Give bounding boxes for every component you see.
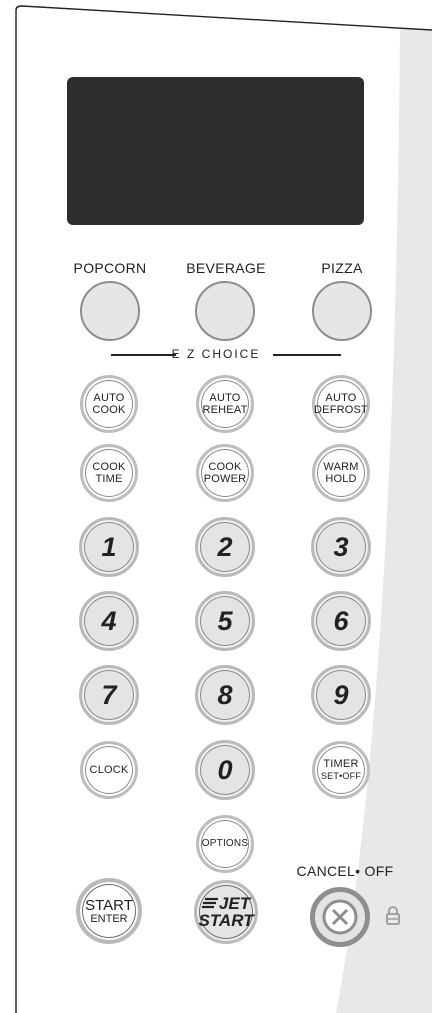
- auto-reheat-label-1: AUTO: [209, 392, 241, 404]
- digit-4-button[interactable]: 4: [79, 591, 139, 651]
- digit-9-button[interactable]: 9: [311, 665, 371, 725]
- cook-power-button[interactable]: COOK POWER: [196, 444, 254, 502]
- warm-hold-label-1: WARM: [323, 461, 359, 473]
- digit-6-button[interactable]: 6: [311, 591, 371, 651]
- clock-button[interactable]: CLOCK: [80, 741, 138, 799]
- auto-cook-label-2: COOK: [92, 404, 126, 416]
- jet-start-button[interactable]: JET START: [194, 880, 258, 944]
- beverage-label: BEVERAGE: [186, 260, 266, 276]
- cancel-off-button[interactable]: [310, 887, 370, 947]
- digit-3-button[interactable]: 3: [311, 517, 371, 577]
- beverage-button[interactable]: [195, 281, 255, 341]
- timer-label-1: TIMER: [323, 758, 359, 770]
- auto-defrost-button[interactable]: AUTO DEFROST: [312, 375, 370, 433]
- lock-icon: [386, 906, 400, 925]
- auto-defrost-label-1: AUTO: [325, 392, 357, 404]
- ez-choice-line-left: [111, 354, 176, 356]
- digit-0-label: 0: [217, 754, 233, 785]
- close-circle-icon: [322, 899, 358, 935]
- digit-6-label: 6: [333, 605, 349, 636]
- cook-power-label-1: COOK: [208, 461, 242, 473]
- warm-hold-button[interactable]: WARM HOLD: [312, 444, 370, 502]
- jet-start-label: START: [198, 910, 254, 930]
- popcorn-button[interactable]: [80, 281, 140, 341]
- options-label: OPTIONS: [201, 838, 249, 849]
- enter-label: ENTER: [90, 912, 128, 925]
- options-button[interactable]: OPTIONS: [196, 815, 254, 873]
- digit-2-label: 2: [217, 531, 233, 562]
- digit-8-label: 8: [217, 679, 233, 710]
- jet-lines-icon: [201, 897, 218, 909]
- display-screen: [67, 77, 364, 225]
- digit-4-label: 4: [101, 605, 117, 636]
- auto-cook-label-1: AUTO: [93, 392, 125, 404]
- popcorn-label: POPCORN: [73, 260, 147, 276]
- digit-0-button[interactable]: 0: [195, 740, 255, 800]
- start-enter-button[interactable]: START ENTER: [76, 878, 142, 944]
- digit-7-label: 7: [101, 679, 117, 710]
- digit-1-label: 1: [101, 531, 117, 562]
- digit-2-button[interactable]: 2: [195, 517, 255, 577]
- cook-time-button[interactable]: COOK TIME: [80, 444, 138, 502]
- warm-hold-label-2: HOLD: [325, 473, 357, 485]
- timer-label-2: SET•OFF: [320, 771, 362, 781]
- digit-7-button[interactable]: 7: [79, 665, 139, 725]
- auto-cook-button[interactable]: AUTO COOK: [80, 375, 138, 433]
- auto-reheat-label-2: REHEAT: [202, 404, 248, 416]
- digit-9-label: 9: [333, 679, 349, 710]
- cook-time-label-2: TIME: [95, 473, 123, 485]
- digit-3-label: 3: [333, 531, 349, 562]
- clock-label: CLOCK: [89, 764, 129, 776]
- jet-label: JET: [218, 893, 251, 913]
- auto-reheat-button[interactable]: AUTO REHEAT: [196, 375, 254, 433]
- timer-button[interactable]: TIMER SET•OFF: [312, 741, 370, 799]
- cook-time-label-1: COOK: [92, 461, 126, 473]
- ez-choice-label: E Z CHOICE: [171, 347, 261, 361]
- digit-5-label: 5: [217, 605, 233, 636]
- cancel-off-label: CANCEL• OFF: [296, 863, 394, 879]
- pizza-button[interactable]: [312, 281, 372, 341]
- control-panel: POPCORN BEVERAGE PIZZA E Z CHOICE AUTO CO…: [0, 0, 432, 1013]
- digit-5-button[interactable]: 5: [195, 591, 255, 651]
- digit-8-button[interactable]: 8: [195, 665, 255, 725]
- pizza-label: PIZZA: [321, 260, 363, 276]
- ez-choice-line-right: [273, 354, 341, 356]
- auto-defrost-label-2: DEFROST: [314, 404, 368, 416]
- digit-1-button[interactable]: 1: [79, 517, 139, 577]
- cook-power-label-2: POWER: [203, 473, 247, 485]
- start-label: START: [85, 896, 133, 914]
